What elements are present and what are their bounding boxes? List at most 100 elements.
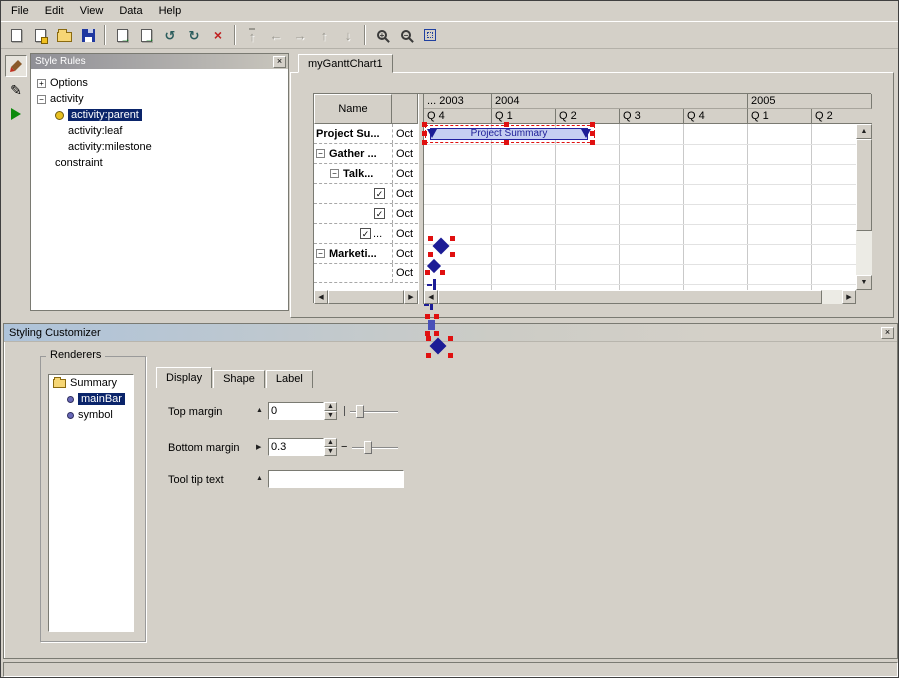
move-left-button[interactable]: ← bbox=[265, 24, 287, 46]
spinner-down-icon[interactable]: ▼ bbox=[324, 447, 337, 456]
selection-handle[interactable] bbox=[504, 140, 509, 145]
table-row[interactable]: ✓... Oct bbox=[314, 224, 418, 244]
scroll-right-button[interactable]: ▶ bbox=[842, 290, 856, 304]
table-row[interactable]: −Talk... Oct bbox=[314, 164, 418, 184]
selection-handle[interactable] bbox=[426, 353, 431, 358]
menu-edit[interactable]: Edit bbox=[37, 3, 72, 19]
table-header-name[interactable]: Name bbox=[314, 94, 392, 124]
renderer-node-summary[interactable]: Summary bbox=[49, 375, 133, 391]
bottom-margin-spinner[interactable]: ▲ ▼ bbox=[324, 438, 337, 456]
zoom-in-button[interactable]: + bbox=[371, 24, 393, 46]
expand-icon[interactable]: + bbox=[37, 79, 46, 88]
menu-file[interactable]: File bbox=[3, 3, 37, 19]
tree-node-activity-milestone[interactable]: activity:milestone bbox=[31, 139, 288, 155]
scroll-right-button[interactable]: ▶ bbox=[404, 290, 418, 304]
chart-scroll-thumb[interactable] bbox=[438, 290, 822, 304]
checkbox-checked-icon[interactable]: ✓ bbox=[374, 208, 385, 219]
table-row[interactable]: −Gather ... Oct bbox=[314, 144, 418, 164]
tree-node-activity-leaf[interactable]: activity:leaf bbox=[31, 123, 288, 139]
selection-handle[interactable] bbox=[450, 236, 455, 241]
selection-handle[interactable] bbox=[448, 353, 453, 358]
export-button[interactable]: → bbox=[135, 24, 157, 46]
table-row[interactable]: Oct bbox=[314, 264, 418, 283]
move-right-button[interactable]: → bbox=[289, 24, 311, 46]
zoom-out-button[interactable]: − bbox=[395, 24, 417, 46]
run-preview-button[interactable] bbox=[5, 103, 27, 125]
selection-handle[interactable] bbox=[425, 270, 430, 275]
delete-button[interactable]: × bbox=[207, 24, 229, 46]
top-margin-input[interactable] bbox=[268, 402, 324, 420]
redo-button[interactable]: ↻ bbox=[183, 24, 205, 46]
close-customizer-button[interactable]: × bbox=[881, 327, 894, 339]
tab-display[interactable]: Display bbox=[156, 367, 212, 388]
table-row[interactable]: ✓ Oct bbox=[314, 204, 418, 224]
close-panel-button[interactable]: × bbox=[273, 56, 286, 68]
pen-tool-button[interactable]: ✎ bbox=[5, 79, 27, 101]
slider-handle[interactable] bbox=[356, 405, 364, 418]
table-scroll-thumb[interactable] bbox=[328, 290, 404, 304]
selection-handle[interactable] bbox=[426, 336, 431, 341]
table-row[interactable]: ✓ Oct bbox=[314, 184, 418, 204]
selection-handle[interactable] bbox=[434, 331, 439, 336]
collapse-icon[interactable]: − bbox=[330, 169, 339, 178]
top-margin-spinner[interactable]: ▲ ▼ bbox=[324, 402, 337, 420]
tab-label[interactable]: Label bbox=[266, 370, 313, 388]
bottom-margin-input[interactable] bbox=[268, 438, 324, 456]
move-top-button[interactable]: ↑ bbox=[241, 24, 263, 46]
spinner-down-icon[interactable]: ▼ bbox=[324, 411, 337, 420]
tab-shape[interactable]: Shape bbox=[213, 370, 265, 388]
scroll-up-button[interactable]: ▲ bbox=[856, 124, 872, 139]
renderer-node-symbol[interactable]: symbol bbox=[49, 407, 133, 423]
tree-node-constraint[interactable]: constraint bbox=[31, 155, 288, 171]
summary-bar[interactable]: Project Summary bbox=[430, 128, 588, 140]
style-rules-tool-button[interactable] bbox=[5, 55, 27, 77]
undo-button[interactable]: ↺ bbox=[159, 24, 181, 46]
new-button[interactable] bbox=[5, 24, 27, 46]
tree-node-activity[interactable]: − activity bbox=[31, 91, 288, 107]
scroll-left-button[interactable]: ◀ bbox=[424, 290, 438, 304]
selection-handle[interactable] bbox=[590, 122, 595, 127]
selection-handle[interactable] bbox=[428, 236, 433, 241]
checkbox-checked-icon[interactable]: ✓ bbox=[374, 188, 385, 199]
bottom-margin-slider[interactable] bbox=[352, 447, 398, 449]
import-button[interactable]: → bbox=[111, 24, 133, 46]
new-chart-button[interactable] bbox=[29, 24, 51, 46]
table-row[interactable]: Project Su... Oct bbox=[314, 124, 418, 144]
selection-handle[interactable] bbox=[448, 336, 453, 341]
selection-handle[interactable] bbox=[422, 131, 427, 136]
selection-handle[interactable] bbox=[425, 314, 430, 319]
selection-handle[interactable] bbox=[590, 140, 595, 145]
spinner-up-icon[interactable]: ▲ bbox=[324, 438, 337, 447]
collapse-icon[interactable]: − bbox=[316, 249, 325, 258]
save-button[interactable] bbox=[77, 24, 99, 46]
fit-to-window-button[interactable] bbox=[419, 24, 441, 46]
checkbox-checked-icon[interactable]: ✓ bbox=[360, 228, 371, 239]
slider-handle[interactable] bbox=[364, 441, 372, 454]
menu-view[interactable]: View bbox=[72, 3, 112, 19]
tree-node-options[interactable]: + Options bbox=[31, 75, 288, 91]
spinner-up-icon[interactable]: ▲ bbox=[324, 402, 337, 411]
move-down-button[interactable]: ↓ bbox=[337, 24, 359, 46]
selection-handle[interactable] bbox=[450, 252, 455, 257]
selection-handle[interactable] bbox=[440, 270, 445, 275]
selection-handle[interactable] bbox=[590, 131, 595, 136]
open-button[interactable] bbox=[53, 24, 75, 46]
collapse-icon[interactable]: − bbox=[37, 95, 46, 104]
selection-handle[interactable] bbox=[428, 252, 433, 257]
scroll-left-button[interactable]: ◀ bbox=[314, 290, 328, 304]
selection-handle[interactable] bbox=[422, 140, 427, 145]
selection-handle[interactable] bbox=[422, 122, 427, 127]
tooltip-text-input[interactable] bbox=[268, 470, 404, 488]
tree-node-activity-parent[interactable]: activity:parent bbox=[31, 107, 288, 123]
renderer-node-mainbar[interactable]: mainBar bbox=[49, 391, 133, 407]
activity-bar[interactable] bbox=[433, 279, 436, 290]
style-rules-titlebar[interactable]: Style Rules × bbox=[31, 54, 288, 69]
collapse-icon[interactable]: − bbox=[316, 149, 325, 158]
activity-bar[interactable] bbox=[428, 320, 435, 330]
tab-mygantt-chart1[interactable]: myGanttChart1 bbox=[298, 54, 393, 73]
gantt-sheet[interactable] bbox=[424, 124, 856, 290]
selection-handle[interactable] bbox=[504, 122, 509, 127]
menu-data[interactable]: Data bbox=[111, 3, 150, 19]
scroll-down-button[interactable]: ▼ bbox=[856, 275, 872, 290]
selection-handle[interactable] bbox=[434, 314, 439, 319]
